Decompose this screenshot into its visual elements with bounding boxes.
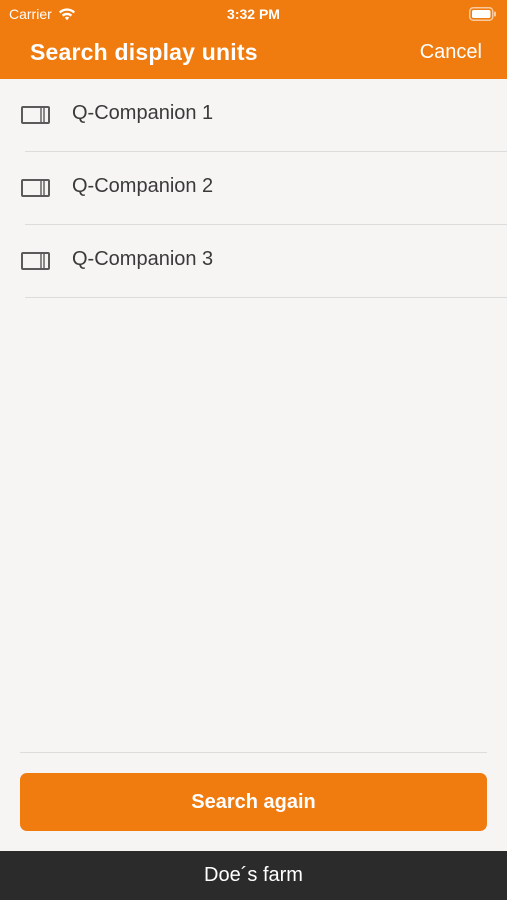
list-item-q-companion-3[interactable]: Q-Companion 3 xyxy=(0,225,507,298)
farm-name: Doe´s farm xyxy=(204,864,303,886)
display-unit-icon xyxy=(21,252,50,270)
farm-name-bar: Doe´s farm xyxy=(0,851,507,900)
display-unit-list: Q-Companion 1 Q-Companion 2 Q-Companion … xyxy=(0,79,507,298)
search-again-button[interactable]: Search again xyxy=(20,773,487,831)
status-bar: Carrier 3:32 PM xyxy=(0,0,507,28)
list-item-q-companion-1[interactable]: Q-Companion 1 xyxy=(0,79,507,152)
display-unit-icon xyxy=(21,106,50,124)
battery-icon xyxy=(469,7,496,21)
device-name: Q-Companion 3 xyxy=(72,248,214,270)
page-title: Search display units xyxy=(30,39,258,65)
row-divider xyxy=(25,297,507,298)
footer-divider xyxy=(20,752,487,753)
list-item-q-companion-2[interactable]: Q-Companion 2 xyxy=(0,152,507,225)
cancel-button[interactable]: Cancel xyxy=(420,41,482,64)
status-time: 3:32 PM xyxy=(227,6,280,22)
display-unit-icon xyxy=(21,179,50,197)
navigation-header: Carrier 3:32 PM Search display units Can… xyxy=(0,0,507,79)
device-name: Q-Companion 1 xyxy=(72,102,214,124)
device-name: Q-Companion 2 xyxy=(72,175,214,197)
